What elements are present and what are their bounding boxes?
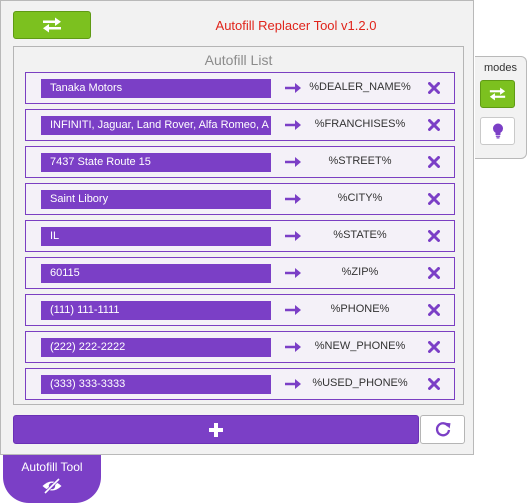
arrow-right-icon: [285, 305, 301, 315]
placeholder-tag: %ZIP%: [341, 266, 379, 278]
replace-mode-button[interactable]: [480, 80, 515, 108]
list-row: Tanaka Motors %DEALER_NAME%: [25, 72, 455, 104]
delete-icon[interactable]: [428, 304, 440, 316]
autofill-value[interactable]: (333) 333-3333: [41, 375, 271, 394]
autofill-value[interactable]: (222) 222-2222: [41, 338, 271, 357]
autofill-value[interactable]: IL: [41, 227, 271, 246]
placeholder-tag: %DEALER_NAME%: [309, 81, 411, 93]
placeholder-tag: %CITY%: [337, 192, 383, 204]
list-row: 7437 State Route 15 %STREET%: [25, 146, 455, 178]
autofill-value[interactable]: Saint Libory: [41, 190, 271, 209]
delete-icon[interactable]: [428, 267, 440, 279]
placeholder-tag: %USED_PHONE%: [312, 377, 408, 389]
arrow-right-icon: [285, 157, 301, 167]
delete-icon[interactable]: [428, 119, 440, 131]
arrow-right-icon: [285, 342, 301, 352]
autofill-list: Autofill List Tanaka Motors %DEALER_NAME…: [13, 46, 464, 405]
list-row: (111) 111-1111 %PHONE%: [25, 294, 455, 326]
placeholder-tag: %FRANCHISES%: [314, 118, 406, 130]
delete-icon[interactable]: [428, 230, 440, 242]
arrow-right-icon: [285, 268, 301, 278]
delete-icon[interactable]: [428, 156, 440, 168]
reset-button[interactable]: [420, 415, 465, 444]
arrow-right-icon: [285, 231, 301, 241]
swap-button[interactable]: [13, 11, 91, 39]
modes-panel: modes: [475, 56, 527, 159]
arrow-right-icon: [285, 194, 301, 204]
eye-slash-icon: [42, 478, 62, 494]
delete-icon[interactable]: [428, 341, 440, 353]
autofill-value[interactable]: INFINITI, Jaguar, Land Rover, Alfa Romeo…: [41, 116, 271, 135]
refresh-icon: [435, 421, 450, 436]
list-row: IL %STATE%: [25, 220, 455, 252]
autofill-value[interactable]: (111) 111-1111: [41, 301, 271, 320]
plus-icon: [209, 422, 223, 437]
tool-panel: Autofill Replacer Tool v1.2.0 Autofill L…: [0, 0, 474, 455]
placeholder-tag: %PHONE%: [330, 303, 390, 315]
autofill-value[interactable]: 60115: [41, 264, 271, 283]
add-entry-button[interactable]: [13, 415, 419, 444]
app-title: Autofill Replacer Tool v1.2.0: [215, 18, 377, 33]
swap-arrows-icon: [489, 87, 506, 101]
list-row: (333) 333-3333 %USED_PHONE%: [25, 368, 455, 400]
placeholder-tag: %STATE%: [333, 229, 387, 241]
list-heading: Autofill List: [204, 52, 273, 68]
list-row: Saint Libory %CITY%: [25, 183, 455, 215]
hint-mode-button[interactable]: [480, 117, 515, 145]
autofill-value[interactable]: Tanaka Motors: [41, 79, 271, 98]
arrow-right-icon: [285, 379, 301, 389]
list-row: 60115 %ZIP%: [25, 257, 455, 289]
modes-label: modes: [483, 62, 518, 74]
placeholder-tag: %STREET%: [328, 155, 392, 167]
delete-icon[interactable]: [428, 193, 440, 205]
placeholder-tag: %NEW_PHONE%: [314, 340, 406, 352]
autofill-value[interactable]: 7437 State Route 15: [41, 153, 271, 172]
delete-icon[interactable]: [428, 82, 440, 94]
list-row: (222) 222-2222 %NEW_PHONE%: [25, 331, 455, 363]
arrow-right-icon: [285, 120, 301, 130]
lightbulb-icon: [492, 123, 503, 139]
list-row: INFINITI, Jaguar, Land Rover, Alfa Romeo…: [25, 109, 455, 141]
arrow-right-icon: [285, 83, 301, 93]
swap-arrows-icon: [43, 17, 61, 33]
autofill-tool-tab[interactable]: Autofill Tool: [3, 455, 101, 503]
delete-icon[interactable]: [428, 378, 440, 390]
tab-label: Autofill Tool: [21, 460, 83, 474]
